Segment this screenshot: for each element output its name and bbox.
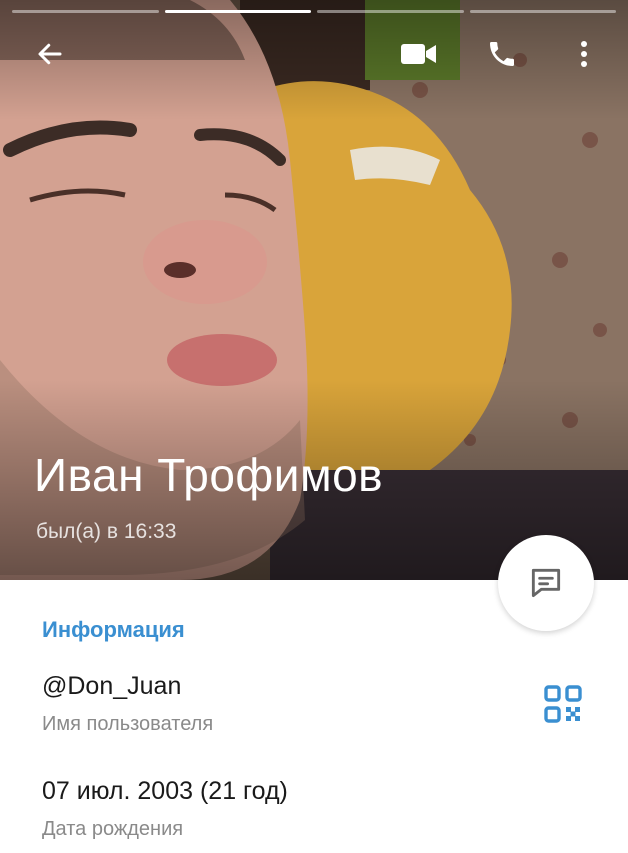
more-menu-button[interactable] xyxy=(560,30,608,78)
story-bar-active xyxy=(164,10,311,13)
call-button[interactable] xyxy=(478,30,526,78)
story-progress-bars xyxy=(12,10,616,14)
phone-icon xyxy=(490,42,514,66)
profile-name: Иван Трофимов xyxy=(34,449,384,501)
info-section-title: Информация xyxy=(42,617,185,642)
more-vertical-icon xyxy=(581,41,587,67)
qr-code-icon xyxy=(544,685,582,723)
last-seen-status: был(а) в 16:33 xyxy=(36,520,177,543)
video-camera-icon xyxy=(401,44,436,64)
username-label: Имя пользователя xyxy=(42,713,214,735)
arrow-left-icon xyxy=(38,43,62,65)
message-icon xyxy=(531,568,561,598)
qr-code-button[interactable] xyxy=(544,685,582,723)
story-bar xyxy=(317,10,464,13)
story-bar xyxy=(469,10,616,13)
profile-header: Иван Трофимов был(а) в 16:33 xyxy=(0,0,628,580)
birthday-value[interactable]: 07 июл. 2003 (21 год) xyxy=(42,777,288,806)
username-value[interactable]: @Don_Juan xyxy=(42,672,181,701)
top-shade xyxy=(0,0,628,120)
back-button[interactable] xyxy=(26,30,74,78)
story-bar xyxy=(12,10,159,13)
birthday-label: Дата рождения xyxy=(42,818,184,840)
message-button[interactable] xyxy=(498,535,594,631)
video-call-button[interactable] xyxy=(395,30,443,78)
